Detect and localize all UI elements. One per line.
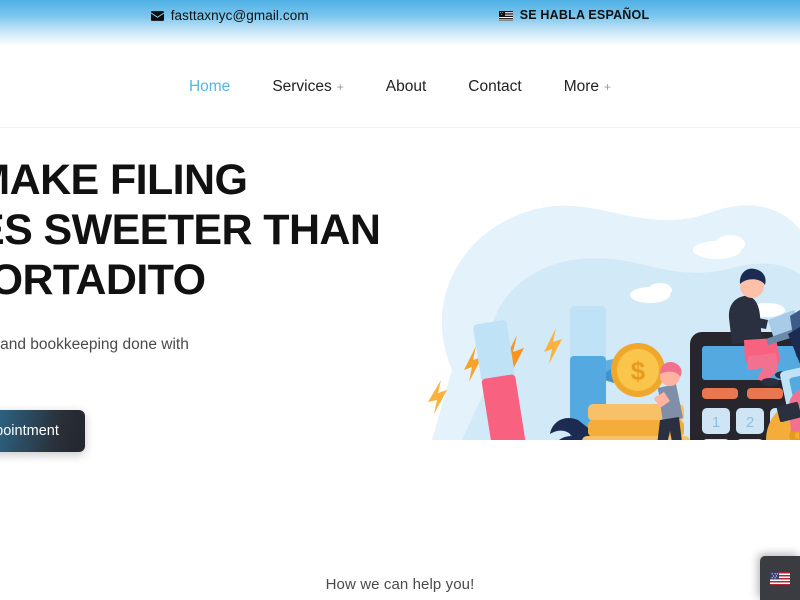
hero-paragraph: Get your taxes and bookkeeping done with… (0, 335, 189, 353)
nav-item-contact[interactable]: Contact (447, 78, 542, 96)
svg-text:$: $ (631, 356, 646, 386)
topbar-language-notice: SE HABLA ESPAÑOL (498, 8, 650, 22)
tax-calculator-illustration: $ 1 2 4 5 6 (392, 128, 800, 460)
hero-heading-line-2: TAXES SWEETER THAN (0, 205, 381, 254)
primary-navigation: Home Services + About Contact More + (168, 78, 632, 96)
topbar-email[interactable]: fasttaxnyc@gmail.com (150, 8, 309, 23)
top-utility-bar: fasttaxnyc@gmail.com SE HABLA ESPAÑOL (0, 0, 800, 46)
nav-label-more: More (563, 77, 600, 95)
main-header: Home Services + About Contact More + (0, 46, 800, 128)
us-flag-icon (770, 571, 790, 585)
nav-label-about: About (385, 77, 427, 95)
svg-text:4: 4 (712, 445, 720, 460)
nav-label-home: Home (188, 77, 231, 95)
svg-text:2: 2 (746, 414, 754, 431)
hero-heading-line-3: A CORTADITO (0, 255, 206, 304)
hero-section: WE MAKE FILING TAXES SWEETER THAN A CORT… (0, 128, 800, 508)
chevron-down-icon-more: + (604, 79, 612, 94)
book-appointment-button[interactable]: Book an Appointment (0, 409, 85, 452)
topbar-email-text: fasttaxnyc@gmail.com (170, 8, 309, 23)
nav-item-more[interactable]: More + (543, 78, 632, 96)
nav-label-services: Services (272, 77, 332, 95)
topbar-language-text: SE HABLA ESPAÑOL (519, 8, 650, 22)
svg-text:1: 1 (712, 414, 720, 431)
nav-item-services[interactable]: Services + (251, 78, 364, 96)
svg-text:5: 5 (746, 445, 754, 460)
chevron-down-icon-services: + (336, 79, 344, 94)
us-flag-icon (498, 10, 513, 21)
nav-label-contact: Contact (468, 77, 522, 95)
nav-item-home[interactable]: Home (168, 78, 251, 96)
envelope-icon (150, 10, 164, 21)
language-selector-widget[interactable] (760, 556, 800, 600)
services-eyebrow: How we can help you! (325, 576, 475, 593)
svg-text:6: 6 (780, 445, 788, 460)
hero-heading: WE MAKE FILING TAXES SWEETER THAN A CORT… (0, 156, 415, 306)
services-section: How we can help you! SERVICES (0, 508, 800, 600)
nav-item-about[interactable]: About (365, 78, 448, 96)
hero-heading-line-1: WE MAKE FILING (0, 156, 248, 204)
hero-copy-block: WE MAKE FILING TAXES SWEETER THAN A CORT… (0, 156, 415, 452)
